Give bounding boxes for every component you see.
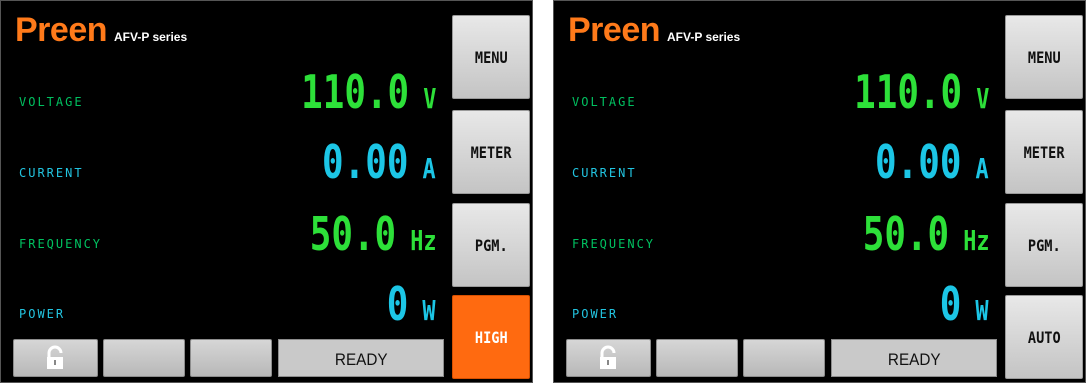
current-reading: 0.00 A <box>322 137 436 187</box>
series-label: AFV-P series <box>667 30 741 44</box>
soft-key-2[interactable] <box>656 339 738 377</box>
voltage-reading: 110.0 V <box>854 67 989 117</box>
current-reading: 0.00 A <box>875 137 989 187</box>
current-label: CURRENT <box>19 166 84 180</box>
range-high-button[interactable]: HIGH <box>452 295 530 379</box>
brand-header: Preen AFV-P series <box>15 12 187 48</box>
meter-button-label: METER <box>470 142 512 162</box>
range-button-label: AUTO <box>1027 327 1061 347</box>
frequency-label: FREQUENCY <box>19 237 103 251</box>
power-label: POWER <box>19 307 66 321</box>
voltage-unit: V <box>975 82 989 115</box>
page: Preen AFV-P series VOLTAGE CURRENT FREQU… <box>0 0 1086 385</box>
frequency-reading: 50.0 Hz <box>862 209 989 259</box>
frequency-unit: Hz <box>962 224 989 257</box>
power-value: 0 <box>387 277 409 331</box>
voltage-unit: V <box>422 82 436 115</box>
voltage-value: 110.0 <box>300 65 409 119</box>
brand-logo: Preen <box>568 11 661 49</box>
frequency-value: 50.0 <box>862 207 949 261</box>
frequency-value: 50.0 <box>309 207 396 261</box>
meter-button[interactable]: METER <box>1005 110 1083 194</box>
current-label: CURRENT <box>572 166 637 180</box>
soft-key-2[interactable] <box>103 339 185 377</box>
range-button-label: HIGH <box>474 327 508 347</box>
current-value: 0.00 <box>875 135 962 189</box>
power-unit: W <box>975 294 989 327</box>
status-bar: READY <box>831 339 997 377</box>
lock-button[interactable] <box>13 339 98 377</box>
pgm-button[interactable]: PGM. <box>452 203 530 287</box>
lock-button[interactable] <box>566 339 651 377</box>
power-label: POWER <box>572 307 619 321</box>
status-text: READY <box>334 350 388 369</box>
soft-key-3[interactable] <box>743 339 825 377</box>
power-reading: 0 W <box>387 279 436 329</box>
current-unit: A <box>422 152 436 185</box>
power-value: 0 <box>940 277 962 331</box>
menu-button-label: MENU <box>1027 47 1061 67</box>
pgm-button[interactable]: PGM. <box>1005 203 1083 287</box>
frequency-reading: 50.0 Hz <box>309 209 436 259</box>
controller-screen-right: Preen AFV-P series VOLTAGE CURRENT FREQU… <box>553 0 1086 383</box>
frequency-label: FREQUENCY <box>572 237 656 251</box>
current-unit: A <box>975 152 989 185</box>
soft-key-3[interactable] <box>190 339 272 377</box>
meter-button-label: METER <box>1023 142 1065 162</box>
unlocked-padlock-icon <box>598 345 620 371</box>
pgm-button-label: PGM. <box>474 235 508 255</box>
voltage-label: VOLTAGE <box>19 95 84 109</box>
series-label: AFV-P series <box>114 30 188 44</box>
brand-header: Preen AFV-P series <box>568 12 740 48</box>
frequency-unit: Hz <box>409 224 436 257</box>
brand-logo: Preen <box>15 11 108 49</box>
meter-button[interactable]: METER <box>452 110 530 194</box>
power-reading: 0 W <box>940 279 989 329</box>
voltage-reading: 110.0 V <box>301 67 436 117</box>
status-bar: READY <box>278 339 444 377</box>
unlocked-padlock-icon <box>45 345 67 371</box>
menu-button-label: MENU <box>474 47 508 67</box>
menu-button[interactable]: MENU <box>452 15 530 99</box>
status-text: READY <box>887 350 941 369</box>
pgm-button-label: PGM. <box>1027 235 1061 255</box>
voltage-label: VOLTAGE <box>572 95 637 109</box>
menu-button[interactable]: MENU <box>1005 15 1083 99</box>
current-value: 0.00 <box>322 135 409 189</box>
controller-screen-left: Preen AFV-P series VOLTAGE CURRENT FREQU… <box>0 0 533 383</box>
range-auto-button[interactable]: AUTO <box>1005 295 1083 379</box>
power-unit: W <box>422 294 436 327</box>
voltage-value: 110.0 <box>853 65 962 119</box>
